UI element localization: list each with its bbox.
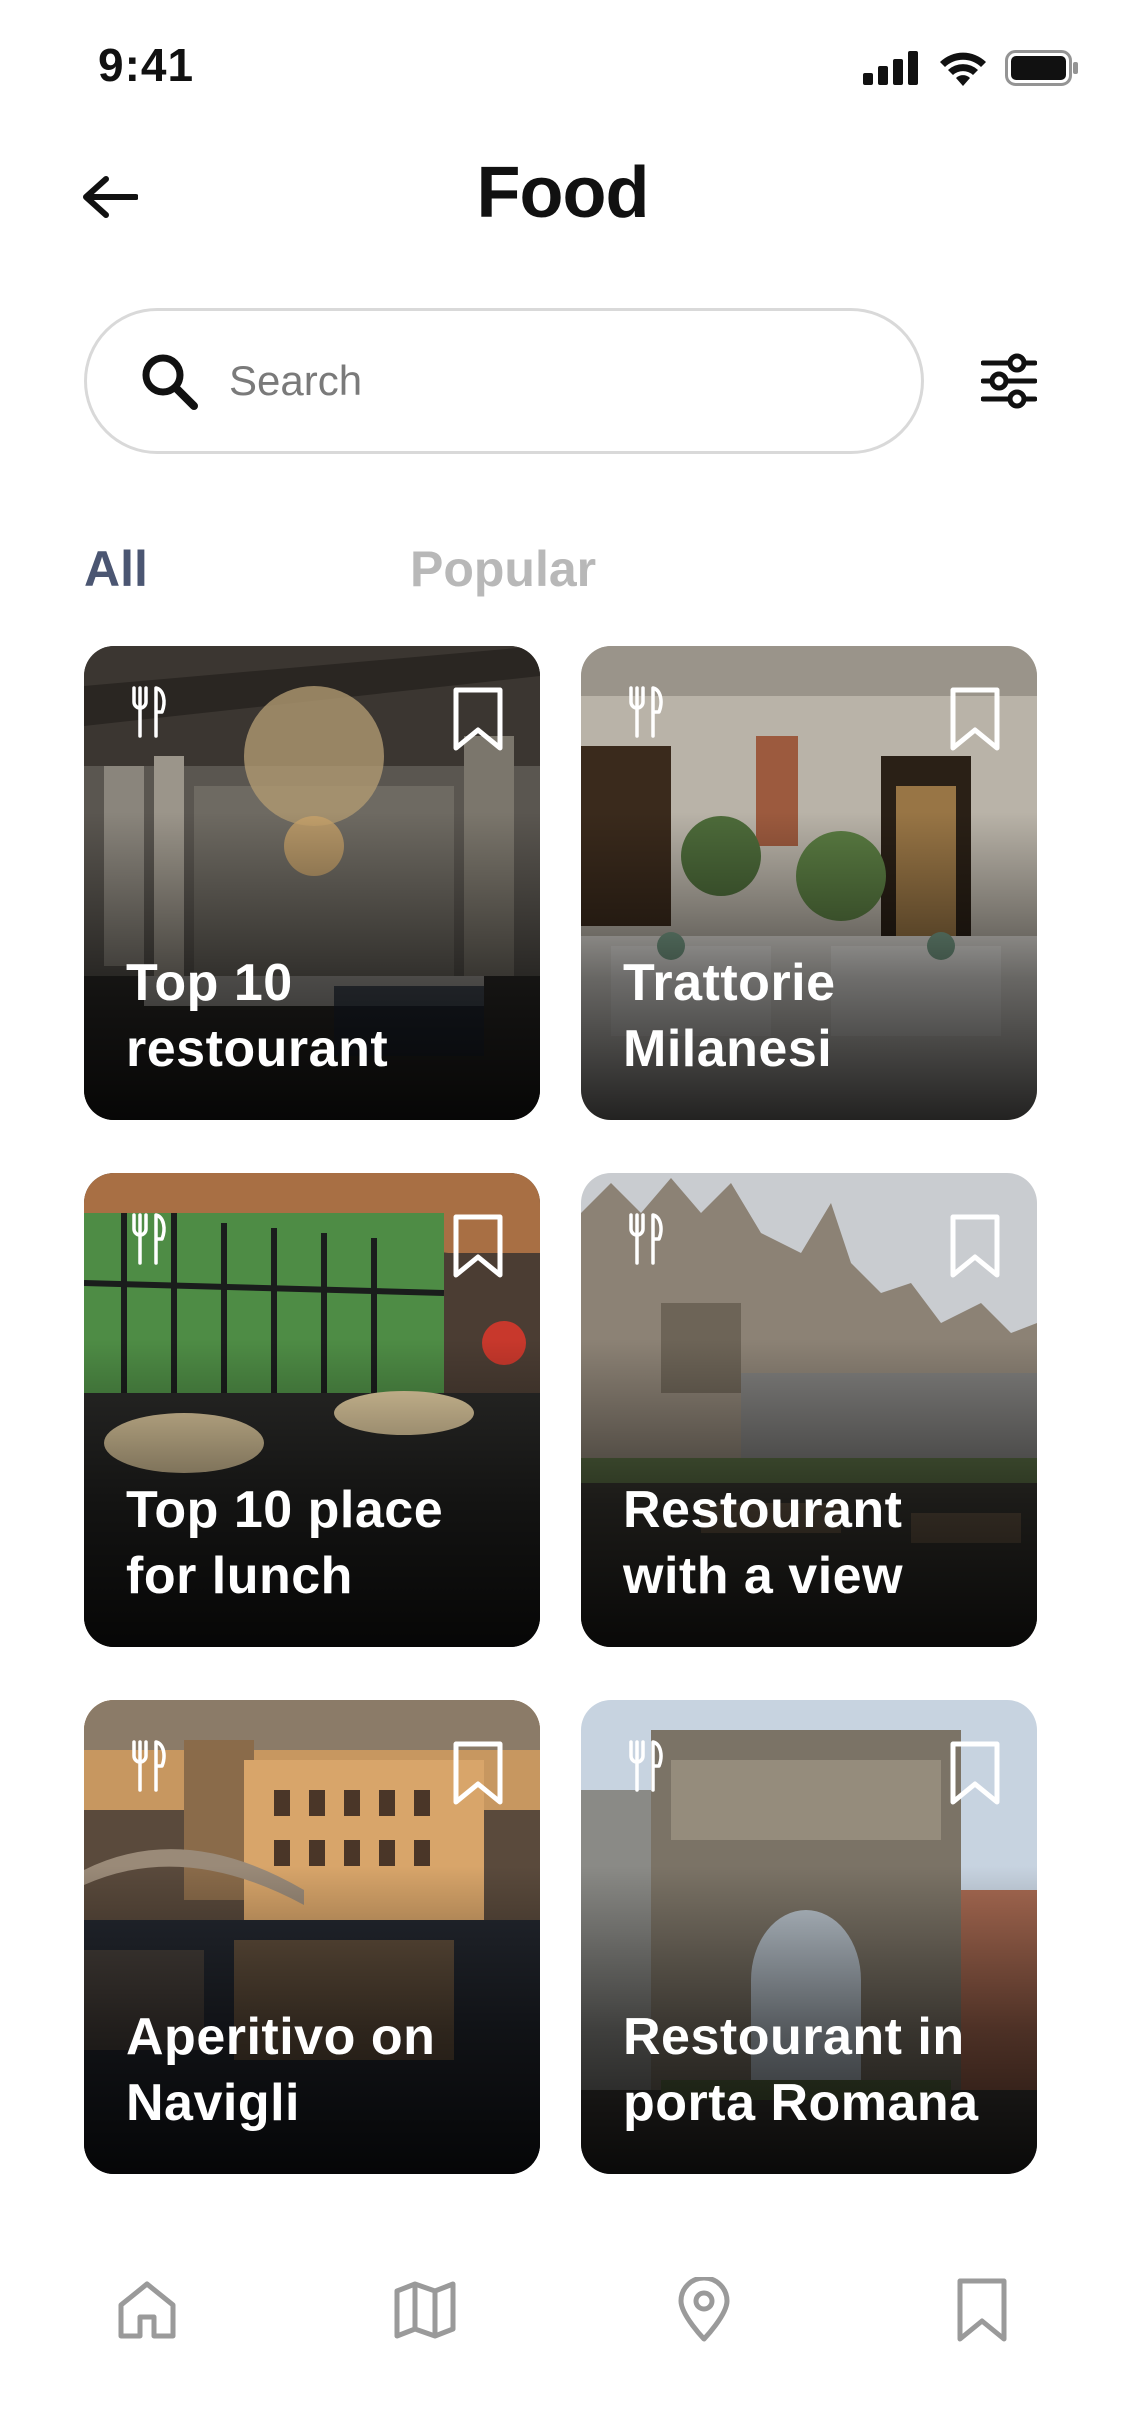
search-box[interactable] xyxy=(84,308,924,454)
search-row xyxy=(84,308,1054,454)
signal-icon xyxy=(863,51,918,85)
status-icons xyxy=(863,50,1079,86)
tab-location[interactable] xyxy=(664,2270,744,2350)
status-bar: 9:41 xyxy=(0,0,1125,132)
collection-card-top-10-restourant[interactable]: Top 10 restourant xyxy=(84,646,540,1120)
card-title: Trattorie Milanesi xyxy=(623,954,836,1078)
bookmark-icon[interactable] xyxy=(949,1740,1001,1806)
collection-card-aperitivo-on-navigli[interactable]: Aperitivo on Navigli xyxy=(84,1700,540,2174)
status-time: 9:41 xyxy=(98,39,195,91)
bookmark-icon[interactable] xyxy=(949,1213,1001,1279)
collection-card-top-10-place-for-lunch[interactable]: Top 10 place for lunch xyxy=(84,1173,540,1647)
tab-all[interactable]: All xyxy=(84,540,148,598)
tab-home[interactable] xyxy=(107,2270,187,2350)
map-icon xyxy=(394,2281,456,2339)
card-title: Top 10 restourant xyxy=(126,954,389,1078)
collection-card-restourant-in-porta-romana[interactable]: Restourant in porta Romana xyxy=(581,1700,1037,2174)
card-title: Restourant in porta Romana xyxy=(623,2008,979,2132)
bookmark-icon[interactable] xyxy=(452,1213,504,1279)
filter-button[interactable] xyxy=(969,341,1049,421)
battery-icon xyxy=(1005,50,1078,86)
bookmark-icon xyxy=(957,2278,1007,2342)
tab-popular[interactable]: Popular xyxy=(410,540,596,598)
bookmark-icon[interactable] xyxy=(452,686,504,752)
collection-card-restourant-with-a-view[interactable]: Restourant with a view xyxy=(581,1173,1037,1647)
card-title: Restourant with a view xyxy=(623,1481,904,1605)
home-icon xyxy=(118,2281,176,2339)
fork-knife-icon xyxy=(629,1213,663,1265)
search-icon xyxy=(139,351,199,411)
bookmark-icon[interactable] xyxy=(949,686,1001,752)
location-pin-icon xyxy=(678,2277,730,2342)
fork-knife-icon xyxy=(132,1213,166,1265)
wifi-icon xyxy=(940,52,986,86)
fork-knife-icon xyxy=(629,1740,663,1792)
bookmark-icon[interactable] xyxy=(452,1740,504,1806)
nav-header: Food xyxy=(0,140,1125,250)
card-title: Aperitivo on Navigli xyxy=(126,2008,436,2132)
search-input[interactable] xyxy=(229,357,849,405)
tab-map[interactable] xyxy=(385,2270,465,2350)
fork-knife-icon xyxy=(132,1740,166,1792)
card-title: Top 10 place for lunch xyxy=(126,1481,444,1605)
category-tabs: All Popular xyxy=(84,540,1044,610)
page-title: Food xyxy=(476,153,650,233)
sliders-icon xyxy=(981,353,1037,409)
fork-knife-icon xyxy=(132,686,166,738)
collection-card-trattorie-milanesi[interactable]: Trattorie Milanesi xyxy=(581,646,1037,1120)
bottom-tab-bar xyxy=(0,2230,1125,2380)
tab-saved[interactable] xyxy=(942,2270,1022,2350)
fork-knife-icon xyxy=(629,686,663,738)
